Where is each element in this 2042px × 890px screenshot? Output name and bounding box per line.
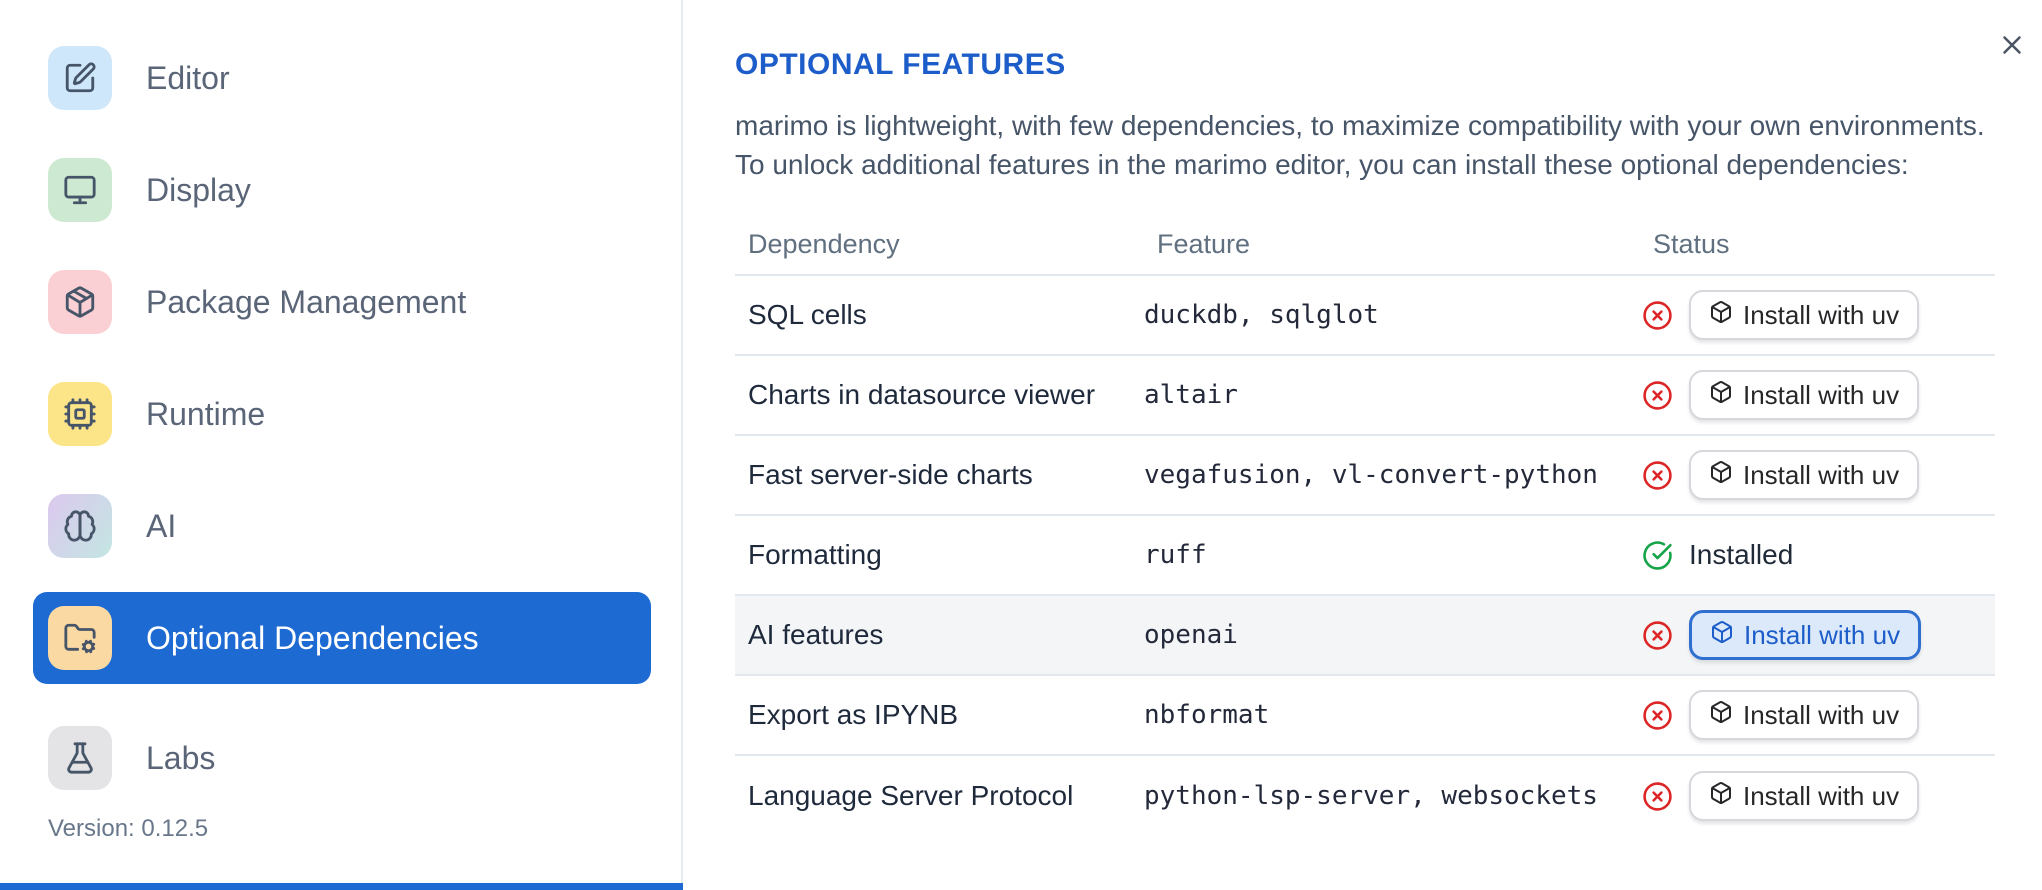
- column-header-feature: Feature: [1157, 228, 1251, 259]
- dependency-cell: Formatting: [748, 539, 882, 570]
- sidebar-item-ai[interactable]: AI: [48, 494, 176, 558]
- page-title: OPTIONAL FEATURES: [735, 48, 1066, 81]
- install-button-label: Install with uv: [1743, 699, 1900, 730]
- optional-features-panel: OPTIONAL FEATURES marimo is lightweight,…: [685, 0, 2042, 890]
- table-row: Fast server-side charts vegafusion, vl-c…: [735, 436, 1995, 516]
- table-row: SQL cells duckdb, sqlglot Install with u…: [735, 276, 1995, 356]
- status-cell: Install with uv: [1640, 771, 1995, 821]
- table-header-row: Dependency Feature Status: [735, 214, 1995, 276]
- status-cell: Install with uv: [1640, 370, 1995, 420]
- dependency-cell: Charts in datasource viewer: [748, 379, 1096, 410]
- feature-cell: ruff: [1144, 540, 1207, 570]
- feature-cell: vegafusion, vl-convert-python: [1144, 460, 1598, 490]
- dependencies-table: Dependency Feature Status SQL cells duck…: [735, 214, 1995, 836]
- sidebar-item-label: Display: [146, 171, 251, 208]
- description-line-2: To unlock additional features in the mar…: [735, 149, 1909, 180]
- install-with-uv-button[interactable]: Install with uv: [1689, 370, 1920, 420]
- sidebar-item-label: Labs: [146, 739, 216, 776]
- sidebar-item-label: Package Management: [146, 283, 467, 320]
- circle-x-icon: [1642, 380, 1673, 411]
- install-with-uv-button[interactable]: Install with uv: [1689, 290, 1920, 340]
- install-button-label: Install with uv: [1743, 299, 1900, 330]
- close-button[interactable]: [1990, 24, 2034, 68]
- status-cell: Installed: [1640, 539, 1995, 571]
- dependency-cell: SQL cells: [748, 299, 867, 330]
- sidebar-bottom-accent-bar: [0, 883, 683, 890]
- settings-sidebar: Editor Display Package Management Runtime AI…: [0, 0, 683, 890]
- sidebar-item-runtime[interactable]: Runtime: [48, 382, 265, 446]
- sidebar-item-label: Editor: [146, 59, 230, 96]
- dependency-cell: Export as IPYNB: [748, 699, 959, 730]
- install-button-label: Install with uv: [1743, 459, 1900, 490]
- sidebar-item-labs[interactable]: Labs: [48, 726, 215, 790]
- sidebar-item-optional-dependencies[interactable]: Optional Dependencies: [33, 592, 651, 684]
- feature-cell: nbformat: [1144, 700, 1270, 730]
- sidebar-item-label: Optional Dependencies: [146, 619, 479, 656]
- package-icon: [48, 270, 112, 334]
- circle-x-icon: [1642, 700, 1673, 731]
- monitor-icon: [48, 158, 112, 222]
- description-text: marimo is lightweight, with few dependen…: [735, 106, 2015, 184]
- circle-x-icon: [1642, 460, 1673, 491]
- circle-x-icon: [1642, 300, 1673, 331]
- install-with-uv-button[interactable]: Install with uv: [1689, 450, 1920, 500]
- column-header-dependency: Dependency: [748, 228, 900, 259]
- box-icon: [1709, 781, 1733, 812]
- version-label: Version: 0.12.5: [48, 815, 209, 842]
- installed-label: Installed: [1689, 539, 1794, 570]
- box-icon: [1710, 620, 1734, 651]
- sidebar-item-label: Runtime: [146, 395, 266, 432]
- cpu-icon: [48, 382, 112, 446]
- status-cell: Install with uv: [1640, 450, 1995, 500]
- sidebar-item-label: AI: [146, 507, 177, 544]
- circle-x-icon: [1642, 620, 1673, 651]
- sidebar-item-editor[interactable]: Editor: [48, 46, 230, 110]
- feature-cell: altair: [1144, 380, 1238, 410]
- table-row: Charts in datasource viewer altair Insta…: [735, 356, 1995, 436]
- brain-icon: [48, 494, 112, 558]
- dependency-cell: Fast server-side charts: [748, 459, 1033, 490]
- table-body: SQL cells duckdb, sqlglot Install with u…: [735, 276, 1995, 836]
- box-icon: [1709, 460, 1733, 491]
- install-with-uv-button[interactable]: Install with uv: [1689, 690, 1920, 740]
- box-icon: [1709, 700, 1733, 731]
- feature-cell: openai: [1144, 620, 1238, 650]
- install-with-uv-button[interactable]: Install with uv: [1689, 771, 1920, 821]
- install-button-label: Install with uv: [1743, 379, 1900, 410]
- description-line-1: marimo is lightweight, with few dependen…: [735, 110, 1985, 141]
- close-icon: [1997, 30, 2027, 63]
- circle-x-icon: [1642, 781, 1673, 812]
- table-row: Export as IPYNB nbformat Install with uv: [735, 676, 1995, 756]
- sidebar-item-package-management[interactable]: Package Management: [48, 270, 466, 334]
- feature-cell: python-lsp-server, websockets: [1144, 781, 1598, 811]
- sidebar-item-display[interactable]: Display: [48, 158, 251, 222]
- install-button-label: Install with uv: [1743, 780, 1900, 811]
- install-with-uv-button[interactable]: Install with uv: [1689, 610, 1922, 660]
- status-cell: Install with uv: [1640, 610, 1995, 660]
- square-pen-icon: [48, 46, 112, 110]
- marimo-settings-dialog: Editor Display Package Management Runtime AI…: [0, 0, 2042, 890]
- install-button-label: Install with uv: [1744, 619, 1901, 650]
- dependency-cell: Language Server Protocol: [748, 780, 1074, 811]
- table-row: Language Server Protocol python-lsp-serv…: [735, 756, 1995, 836]
- folder-cog-icon: [48, 606, 112, 670]
- column-header-status: Status: [1653, 228, 1730, 259]
- status-cell: Install with uv: [1640, 290, 1995, 340]
- feature-cell: duckdb, sqlglot: [1144, 300, 1379, 330]
- box-icon: [1709, 300, 1733, 331]
- box-icon: [1709, 380, 1733, 411]
- table-row: AI features openai Install with uv: [735, 596, 1995, 676]
- flask-icon: [48, 726, 112, 790]
- circle-check-icon: [1642, 540, 1673, 571]
- dependency-cell: AI features: [748, 619, 884, 650]
- table-row: Formatting ruff Installed: [735, 516, 1995, 596]
- status-cell: Install with uv: [1640, 690, 1995, 740]
